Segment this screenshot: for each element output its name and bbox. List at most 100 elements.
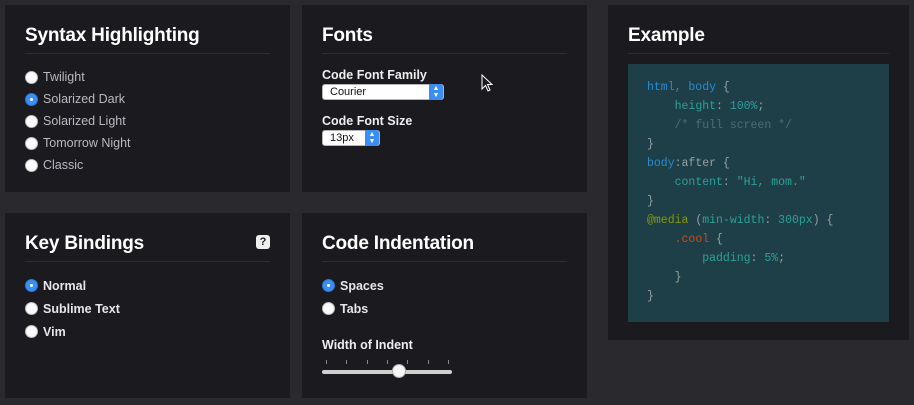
code-token: 5% [764,252,779,265]
radio-option[interactable]: Solarized Dark [25,88,270,110]
code-token: : [716,100,730,113]
code-line: } [647,135,870,154]
code-token: : [764,214,779,227]
slider-tick [346,360,348,364]
slider-ticks [326,360,449,365]
radio-unchecked-icon[interactable] [25,302,38,315]
radio-option[interactable]: Sublime Text [25,297,270,320]
radio-option[interactable]: Tomorrow Night [25,132,270,154]
code-token: /* full screen */ [674,119,792,132]
code-token: padding [702,252,751,265]
indent-width-slider[interactable] [322,356,452,382]
slider-tick [427,360,429,364]
code-line: body:after { [647,154,870,173]
fonts-panel: Fonts Code Font Family Courier ▲ ▼ Code F… [302,5,587,192]
code-line: } [647,287,870,306]
code-token: { [709,233,723,246]
example-panel: Example html, body { height: 100%; /* fu… [608,5,909,340]
code-line: } [647,268,870,287]
radio-unchecked-icon[interactable] [25,158,38,172]
slider-tick [407,360,409,364]
slider-knob[interactable] [391,364,406,378]
code-font-family-select[interactable]: Courier ▲ ▼ [322,84,444,100]
radio-label: Tabs [340,301,369,316]
radio-checked-icon[interactable] [322,279,335,292]
radio-checked-icon[interactable] [25,92,38,106]
radio-label: Spaces [340,278,384,293]
radio-label: Classic [43,158,84,172]
code-token: : [722,176,737,189]
slider-track[interactable] [322,370,452,374]
radio-checked-icon[interactable] [25,279,38,292]
code-token: } [647,290,654,303]
radio-option[interactable]: Classic [25,154,270,176]
code-indentation-panel: Code Indentation Spaces Tabs Width of Ind… [302,213,587,398]
code-line: .cool { [647,230,870,249]
code-token: 100% [729,100,758,113]
radio-option[interactable]: Normal [25,274,270,297]
key-bindings-list: Normal Sublime Text Vim [25,274,270,343]
radio-option[interactable]: Tabs [322,297,567,320]
code-token: height [674,100,717,113]
fonts-title: Fonts [322,25,567,54]
code-line: } [647,192,870,211]
width-of-indent-label: Width of Indent [322,338,413,352]
radio-label: Solarized Dark [43,92,125,106]
radio-unchecked-icon[interactable] [322,302,335,315]
code-token: .cool [674,233,710,246]
code-font-family-value: Courier [330,86,367,98]
code-line: html, body { [647,78,870,97]
radio-label: Solarized Light [43,114,126,128]
code-token: min-width [702,214,765,227]
key-bindings-title: Key Bindings [25,233,270,262]
select-arrows-icon: ▲ ▼ [365,130,379,146]
radio-label: Tomorrow Night [43,136,131,150]
slider-tick [387,360,388,364]
code-font-family-label: Code Font Family [322,68,427,82]
code-line: height: 100%; [647,97,870,116]
key-bindings-panel: Key Bindings ? Normal Sublime Text Vim [5,213,290,398]
code-font-size-label: Code Font Size [322,114,413,128]
radio-option[interactable]: Twilight [25,66,270,88]
radio-option[interactable]: Spaces [322,274,567,297]
code-line: padding: 5%; [647,249,870,268]
code-token: @media [647,214,689,227]
code-token: : [750,252,765,265]
code-token: } [674,271,682,284]
indentation-type-list: Spaces Tabs [322,274,567,320]
code-token: content [674,176,723,189]
code-preview: html, body { height: 100%; /* full scree… [628,64,889,322]
example-title: Example [628,25,889,54]
code-token: { [716,81,730,94]
code-token: html, body [647,81,717,94]
code-token: ( [688,214,703,227]
radio-option[interactable]: Solarized Light [25,110,270,132]
radio-unchecked-icon[interactable] [25,114,38,128]
radio-unchecked-icon[interactable] [25,325,38,338]
code-indentation-title: Code Indentation [322,233,567,262]
help-icon[interactable]: ? [256,235,270,249]
code-line: @media (min-width: 300px) { [647,211,870,230]
radio-label: Normal [43,278,87,293]
select-arrows-icon: ▲ ▼ [429,84,443,100]
code-font-size-select[interactable]: 13px ▲ ▼ [322,130,380,146]
radio-unchecked-icon[interactable] [25,136,38,150]
code-token: ; [778,252,786,265]
code-font-size-value: 13px [330,132,354,144]
radio-label: Sublime Text [43,301,120,316]
syntax-highlighting-panel: Syntax Highlighting Twilight Solarized Da… [5,5,290,192]
code-line: content: "Hi, mom." [647,173,870,192]
syntax-highlighting-title: Syntax Highlighting [25,25,270,54]
radio-option[interactable]: Vim [25,320,270,343]
code-token: } [647,195,654,208]
radio-unchecked-icon[interactable] [25,70,38,84]
code-line: /* full screen */ [647,116,870,135]
code-token: ; [757,100,765,113]
code-token: } [647,138,654,151]
